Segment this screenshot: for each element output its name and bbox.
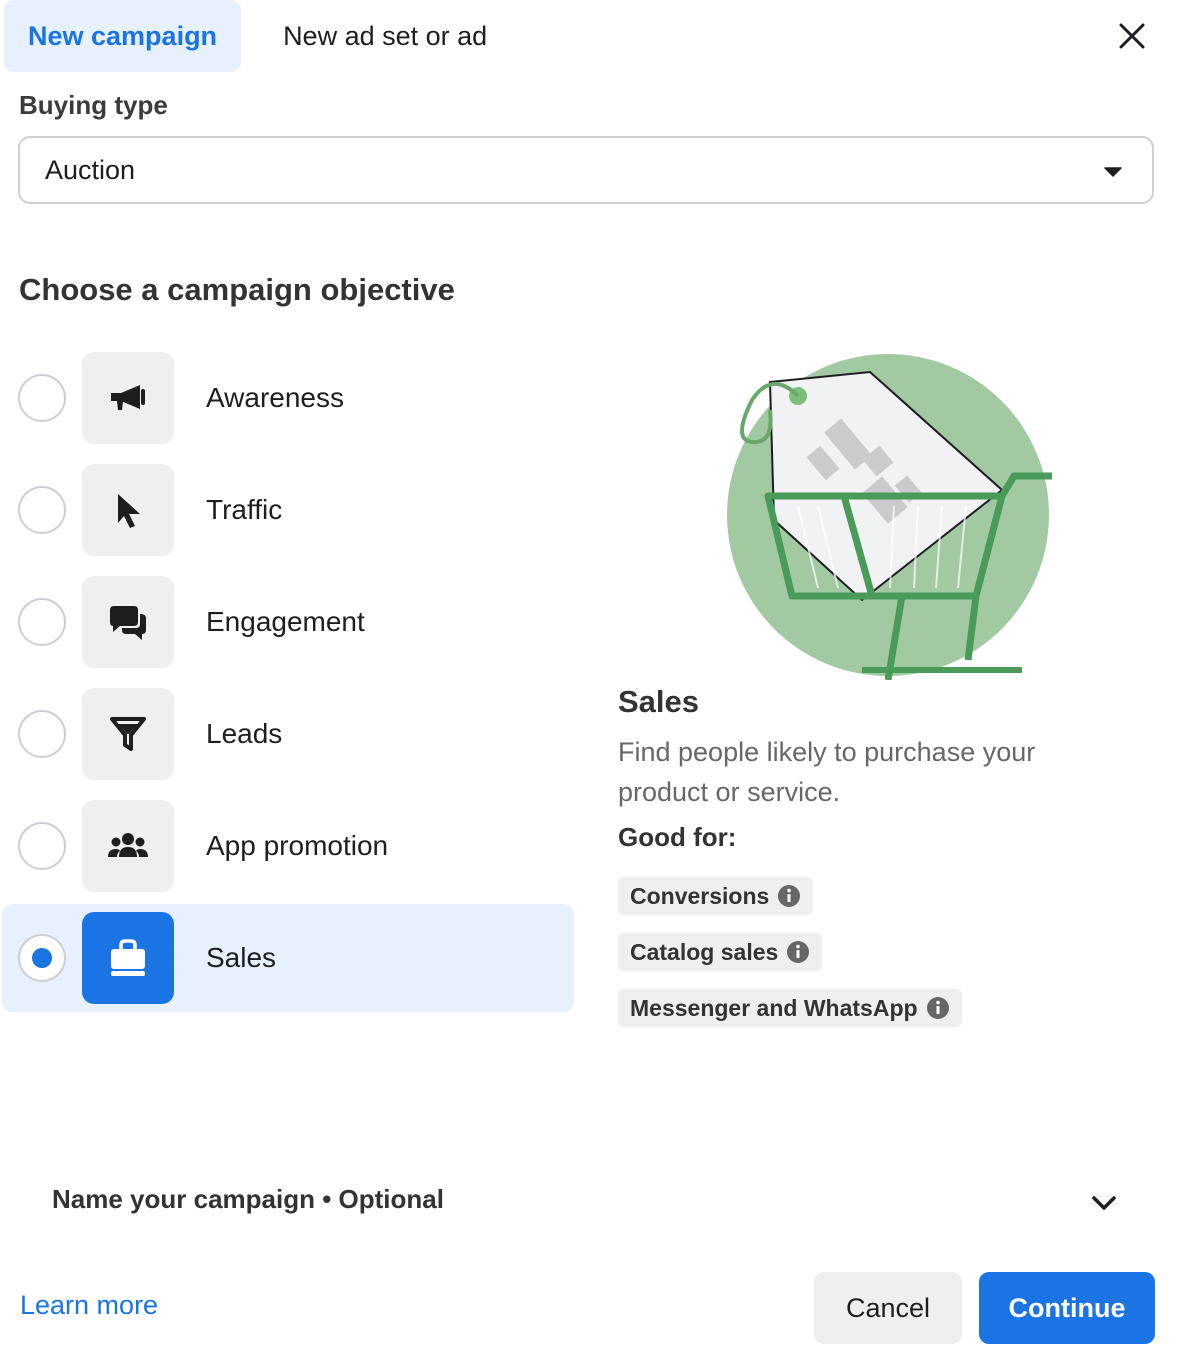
shopping-bag-icon bbox=[111, 939, 145, 976]
chip-label: Conversions bbox=[630, 882, 770, 909]
chevron-down-icon[interactable] bbox=[1090, 1192, 1118, 1214]
objective-label: App promotion bbox=[206, 830, 389, 861]
people-group-icon bbox=[108, 833, 148, 857]
objective-detail-title: Sales bbox=[618, 684, 700, 719]
objective-engagement[interactable]: Engagement bbox=[2, 568, 574, 676]
objective-label: Leads bbox=[206, 718, 283, 749]
buying-type-label: Buying type bbox=[19, 90, 168, 120]
chip-label: Messenger and WhatsApp bbox=[630, 994, 918, 1021]
good-for-chip: Conversions bbox=[618, 877, 814, 915]
objective-label: Engagement bbox=[206, 606, 365, 637]
info-icon[interactable] bbox=[777, 884, 801, 908]
sales-icon-tile bbox=[82, 912, 174, 1004]
objective-leads[interactable]: Leads bbox=[2, 680, 574, 788]
objective-awareness[interactable]: Awareness bbox=[2, 344, 574, 452]
info-icon[interactable] bbox=[926, 996, 950, 1020]
caret-down-icon bbox=[1104, 167, 1122, 177]
megaphone-icon bbox=[111, 385, 145, 410]
good-for-chip: Messenger and WhatsApp bbox=[618, 989, 962, 1027]
tab-new-ad-set-or-ad[interactable]: New ad set or ad bbox=[259, 0, 511, 72]
app-promotion-icon-tile bbox=[82, 800, 174, 892]
leads-icon-tile bbox=[82, 688, 174, 780]
traffic-icon-tile bbox=[82, 464, 174, 556]
buying-type-select[interactable]: Auction bbox=[18, 136, 1154, 204]
continue-button[interactable]: Continue bbox=[979, 1272, 1155, 1344]
awareness-radio[interactable] bbox=[18, 374, 66, 422]
chat-bubbles-icon bbox=[110, 606, 146, 640]
good-for-chip: Catalog sales bbox=[618, 933, 823, 971]
objective-detail-description: Find people likely to purchase your prod… bbox=[618, 737, 1036, 807]
awareness-icon-tile bbox=[82, 352, 174, 444]
objective-label: Sales bbox=[206, 942, 277, 973]
buying-type-value: Auction bbox=[45, 154, 136, 185]
learn-more-link[interactable]: Learn more bbox=[20, 1290, 158, 1321]
objective-label: Awareness bbox=[206, 382, 345, 413]
info-icon[interactable] bbox=[786, 940, 810, 964]
leads-radio[interactable] bbox=[18, 710, 66, 758]
cursor-icon bbox=[118, 494, 140, 528]
objective-sales[interactable]: Sales bbox=[2, 904, 574, 1012]
tab-new-campaign[interactable]: New campaign bbox=[4, 0, 242, 72]
engagement-icon-tile bbox=[82, 576, 174, 668]
objective-app-promotion[interactable]: App promotion bbox=[2, 792, 574, 900]
objective-traffic[interactable]: Traffic bbox=[2, 456, 574, 564]
sales-radio[interactable] bbox=[18, 934, 66, 982]
funnel-icon bbox=[110, 717, 146, 751]
cancel-button[interactable]: Cancel bbox=[814, 1272, 962, 1344]
tab-bar: New campaign New ad set or ad bbox=[4, 0, 511, 72]
good-for-label: Good for: bbox=[618, 822, 737, 852]
engagement-radio[interactable] bbox=[18, 598, 66, 646]
chip-label: Catalog sales bbox=[630, 938, 779, 965]
app-promotion-radio[interactable] bbox=[18, 822, 66, 870]
traffic-radio[interactable] bbox=[18, 486, 66, 534]
close-icon[interactable] bbox=[1112, 16, 1152, 56]
objective-section-title: Choose a campaign objective bbox=[19, 272, 455, 307]
objective-label: Traffic bbox=[206, 494, 283, 525]
name-campaign-toggle[interactable]: Name your campaign • Optional bbox=[52, 1184, 444, 1215]
sales-illustration bbox=[727, 354, 1052, 680]
